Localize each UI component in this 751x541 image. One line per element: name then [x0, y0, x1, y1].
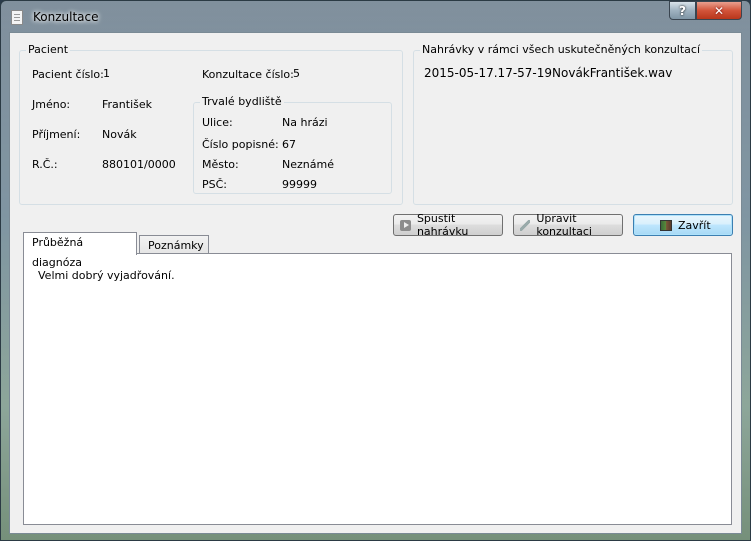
birth-number-label: R.Č.: — [32, 158, 58, 171]
street-label: Ulice: — [202, 116, 233, 129]
zip-label: PSČ: — [202, 178, 228, 191]
play-recording-button[interactable]: Spustit nahrávku — [393, 212, 503, 238]
last-name-value: Novák — [102, 128, 137, 141]
edit-consultation-button[interactable]: Upravit konzultaci — [513, 212, 623, 238]
patient-group-title: Pacient — [26, 43, 71, 56]
play-icon — [400, 219, 411, 231]
birth-number-value: 880101/0000 — [102, 158, 176, 171]
close-button[interactable]: Zavřít — [633, 214, 733, 236]
recordings-groupbox: Nahrávky v rámci všech uskutečněných kon… — [413, 43, 733, 205]
street-value: Na hrázi — [282, 116, 328, 129]
document-icon — [11, 10, 23, 25]
recordings-group-title: Nahrávky v rámci všech uskutečněných kon… — [420, 43, 703, 56]
last-name-label: Příjmení: — [32, 128, 81, 141]
dialog-client-area: Pacient Pacient číslo: 1 Konzultace čísl… — [9, 32, 742, 534]
house-number-label: Číslo popisné: — [202, 138, 279, 151]
consultation-number-label: Konzultace číslo: — [202, 68, 294, 81]
patient-number-label: Pacient číslo: — [32, 68, 104, 81]
exit-door-icon — [660, 219, 672, 231]
consultation-number-value: 5 — [293, 67, 300, 80]
city-label: Město: — [202, 158, 239, 171]
pencil-icon — [520, 219, 531, 231]
close-window-button[interactable]: ✕ — [696, 1, 742, 20]
caption-buttons: ? ✕ — [669, 1, 742, 21]
tab-diagnosis[interactable]: Průběžná diagnóza — [23, 232, 137, 269]
patient-groupbox: Pacient Pacient číslo: 1 Konzultace čísl… — [19, 43, 403, 205]
dialog-window: Konzultace ? ✕ Pacient Pacient číslo: 1 … — [0, 0, 751, 541]
help-button[interactable]: ? — [669, 1, 696, 20]
close-label: Zavřít — [678, 218, 711, 232]
house-number-value: 67 — [282, 138, 296, 151]
recording-list-item[interactable]: 2015-05-17.17-57-19NovákFrantišek.wav — [424, 66, 672, 80]
first-name-label: Jméno: — [32, 98, 71, 111]
edit-consultation-label: Upravit konzultaci — [536, 212, 592, 238]
diagnosis-text-area[interactable]: Velmi dobrý vyjadřování. — [23, 253, 732, 525]
title-bar[interactable]: Konzultace ? ✕ — [1, 1, 750, 33]
play-recording-label: Spustit nahrávku — [416, 212, 469, 238]
city-value: Neznámé — [282, 158, 334, 171]
first-name-value: František — [102, 98, 152, 111]
address-groupbox: Trvalé bydliště Ulice: Na hrázi Číslo po… — [193, 95, 392, 194]
address-group-title: Trvalé bydliště — [200, 95, 284, 108]
window-title: Konzultace — [33, 10, 99, 24]
patient-number-value: 1 — [103, 67, 110, 80]
zip-value: 99999 — [282, 178, 317, 191]
